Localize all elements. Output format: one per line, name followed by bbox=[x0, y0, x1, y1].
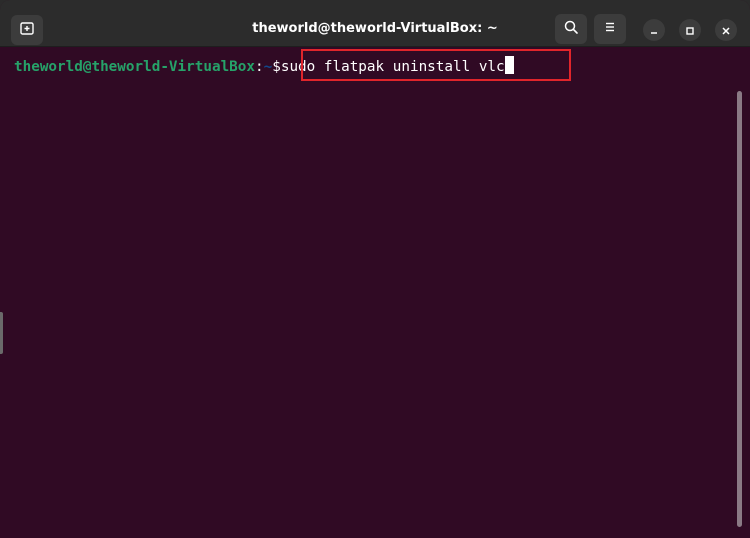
hamburger-menu-icon bbox=[602, 19, 618, 39]
prompt-symbol: $ bbox=[272, 59, 281, 75]
terminal-window: theworld@theworld-VirtualBox: ~ theworld… bbox=[0, 0, 750, 538]
search-button[interactable] bbox=[555, 14, 587, 44]
menu-button[interactable] bbox=[594, 14, 626, 44]
prompt-path: ~ bbox=[263, 59, 273, 75]
close-icon bbox=[721, 21, 731, 40]
prompt-colon: : bbox=[255, 59, 264, 75]
window-title-container: theworld@theworld-VirtualBox: ~ bbox=[0, 21, 750, 36]
close-button[interactable] bbox=[715, 19, 737, 41]
minimize-button[interactable] bbox=[643, 19, 665, 41]
terminal-area[interactable]: theworld@theworld-VirtualBox:~$sudo flat… bbox=[0, 47, 750, 538]
maximize-icon bbox=[685, 21, 695, 40]
new-tab-button[interactable] bbox=[11, 15, 43, 45]
window-title: theworld@theworld-VirtualBox: ~ bbox=[252, 21, 498, 36]
search-icon bbox=[563, 19, 579, 39]
scrollbar[interactable] bbox=[737, 91, 742, 527]
maximize-button[interactable] bbox=[679, 19, 701, 41]
minimize-icon bbox=[649, 21, 659, 40]
resize-handle[interactable] bbox=[0, 312, 3, 354]
titlebar: theworld@theworld-VirtualBox: ~ bbox=[0, 0, 750, 47]
new-tab-icon bbox=[19, 20, 35, 40]
prompt-user-host: theworld@theworld-VirtualBox bbox=[14, 59, 256, 75]
command-highlight-box bbox=[301, 49, 571, 81]
